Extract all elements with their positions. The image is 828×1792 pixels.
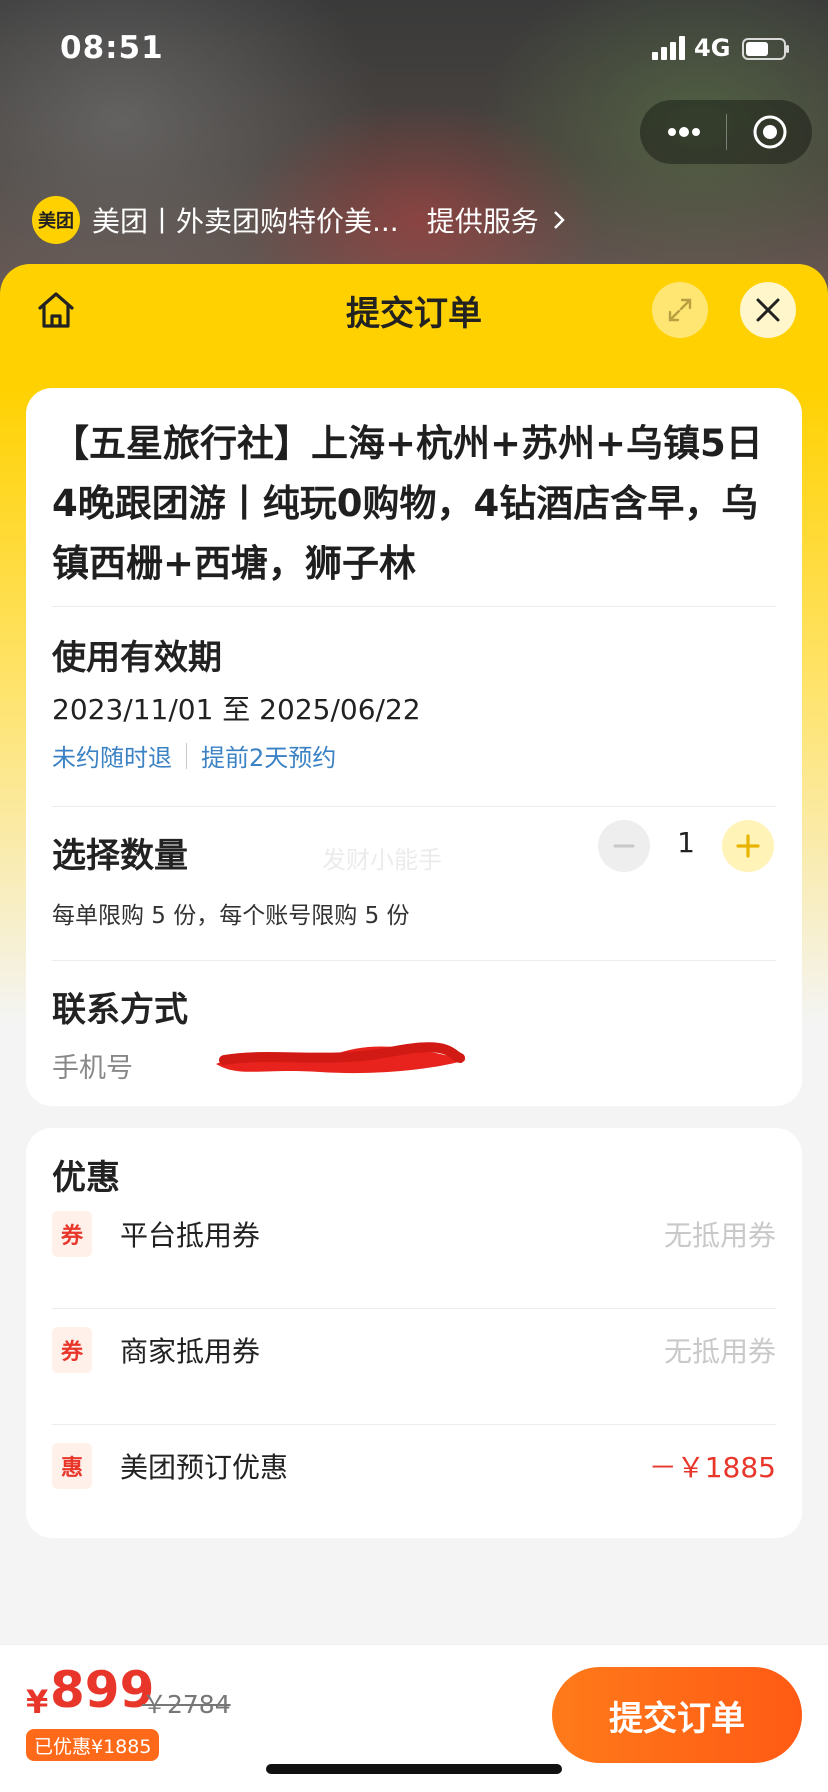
phone-redaction-scribble[interactable] [210,1038,472,1082]
chevron-right-icon [553,211,565,229]
price-now: 899 [50,1661,155,1719]
tag-separator [186,742,187,769]
validity-label: 使用有效期 [52,638,222,678]
quantity-increase-button[interactable] [722,820,774,872]
signal-icon [652,36,685,60]
more-icon[interactable] [664,118,704,146]
meituan-logo: 美团 [32,196,80,244]
watermark: 发财小能手 [322,846,442,874]
product-title: 【五星旅行社】上海+杭州+苏州+乌镇5日4晚跟团游丨纯玩0购物，4钻酒店含早，乌… [52,422,763,585]
discount-title: 优惠 [52,1158,120,1198]
status-time: 08:51 [60,30,164,66]
expand-button[interactable] [652,282,708,338]
validity-tags: 未约随时退 提前2天预约 [52,738,336,773]
battery-icon [742,38,789,60]
provider-name: 美团丨外卖团购特价美... [92,205,399,238]
discount-row-platform-coupon[interactable]: 券 平台抵用券 无抵用券 [52,1202,776,1266]
plus-icon [736,834,760,858]
quantity-limit: 每单限购 5 份，每个账号限购 5 份 [52,903,410,929]
price-currency: ¥ [26,1683,49,1721]
tag-booking: 提前2天预约 [201,744,337,772]
offer-badge: 惠 [52,1443,92,1489]
discount-value: 无抵用券 [663,1335,776,1368]
submit-order-button[interactable]: 提交订单 [552,1667,802,1763]
discount-name: 美团预订优惠 [120,1451,289,1484]
status-bar: 08:51 4G [0,0,828,100]
discount-name: 商家抵用券 [120,1335,261,1368]
minus-icon [613,844,635,848]
quantity-label: 选择数量 [52,836,188,876]
saved-badge: 已优惠¥1885 [26,1729,160,1761]
close-icon [756,298,780,322]
phone-label: 手机号 [52,1053,133,1084]
mini-program-capsule [640,100,812,164]
divider [52,806,776,807]
coupon-badge: 券 [52,1327,92,1373]
sheet-header: 提交订单 [0,264,828,356]
contact-label: 联系方式 [52,990,188,1030]
provider-service: 提供服务 [426,205,539,238]
divider [52,606,776,607]
provider-link[interactable]: 美团 美团丨外卖团购特价美... 提供服务 [32,196,567,244]
order-sheet: 提交订单 【五星旅行社】上海+杭州+苏州+乌镇5日4晚跟团游丨纯玩0购物，4钻酒… [0,264,828,1792]
discount-row-merchant-coupon[interactable]: 券 商家抵用券 无抵用券 [52,1318,776,1382]
divider [52,960,776,961]
network-label: 4G [694,34,731,62]
price-original: ￥2784 [142,1690,231,1719]
quantity-value[interactable]: 1 [666,826,706,859]
discount-name: 平台抵用券 [120,1219,261,1252]
discount-value: －￥1885 [648,1451,776,1484]
discount-value: 无抵用券 [663,1219,776,1252]
validity-dates: 2023/11/01 至 2025/06/22 [52,693,421,726]
target-icon[interactable] [752,114,788,150]
discount-row-booking-offer: 惠 美团预订优惠 －￥1885 [52,1434,776,1498]
coupon-badge: 券 [52,1211,92,1257]
divider [52,1424,776,1425]
expand-icon [668,298,692,322]
quantity-decrease-button[interactable] [598,820,650,872]
divider [52,1308,776,1309]
capsule-divider [726,114,727,150]
tag-refund: 未约随时退 [52,744,172,772]
home-indicator[interactable] [266,1764,562,1774]
order-card: 【五星旅行社】上海+杭州+苏州+乌镇5日4晚跟团游丨纯玩0购物，4钻酒店含早，乌… [26,388,802,1106]
close-button[interactable] [740,282,796,338]
discount-card: 优惠 券 平台抵用券 无抵用券 券 商家抵用券 无抵用券 惠 美团预订优惠 －￥… [26,1128,802,1538]
